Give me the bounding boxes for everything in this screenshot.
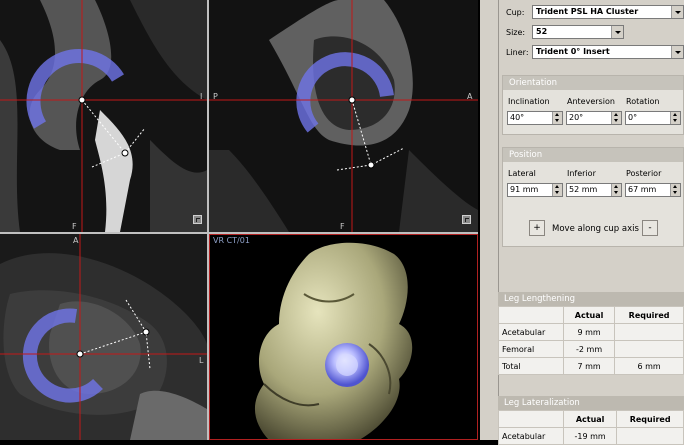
axial-label-right: L xyxy=(199,356,204,365)
required-cell xyxy=(614,340,684,358)
spinner-arrows-icon[interactable] xyxy=(552,184,562,196)
leg-lengthening-table: Actual Required Acetabular 9 mm Femoral -2 … xyxy=(498,306,684,375)
sagittal-label-left: P xyxy=(213,92,218,101)
orientation-title: Orientation xyxy=(503,76,683,90)
move-along-cup-axis-label: Move along cup axis xyxy=(552,224,639,234)
axial-view[interactable]: A L xyxy=(0,234,207,440)
coronal-label-bottom: F xyxy=(72,222,77,231)
coronal-view[interactable]: I F xyxy=(0,0,207,232)
posterior-spinner[interactable]: 67 mm xyxy=(625,183,681,197)
coronal-overlay xyxy=(0,0,207,232)
required-cell xyxy=(614,323,684,341)
volume-render-image xyxy=(254,242,413,440)
leg-lengthening-title: Leg Lengthening xyxy=(498,292,684,306)
column-header-required: Required xyxy=(616,410,684,428)
inferior-label: Inferior xyxy=(567,169,596,178)
column-header-actual: Actual xyxy=(562,306,616,324)
table-row: Femoral -2 mm xyxy=(498,340,684,358)
rotation-value: 0° xyxy=(628,113,638,122)
anteversion-label: Anteversion xyxy=(567,97,615,106)
chevron-down-icon xyxy=(611,26,623,38)
sagittal-expand-icon[interactable] xyxy=(462,215,471,224)
volume-view-title: VR CT/01 xyxy=(213,236,250,245)
cup-label: Cup: xyxy=(506,8,525,17)
table-header-blank xyxy=(498,410,564,428)
column-header-required: Required xyxy=(614,306,684,324)
actual-cell: 9 mm xyxy=(562,323,616,341)
column-header-actual: Actual xyxy=(562,410,618,428)
row-label: Total xyxy=(498,357,564,375)
rotation-spinner[interactable]: 0° xyxy=(625,111,681,125)
inclination-label: Inclination xyxy=(508,97,550,106)
size-label: Size: xyxy=(506,28,526,37)
sagittal-label-right: A xyxy=(467,92,473,101)
chevron-down-icon xyxy=(671,46,683,58)
size-select[interactable]: 52 xyxy=(532,25,624,39)
chevron-down-icon xyxy=(671,6,683,18)
panel-side-strip xyxy=(480,0,499,440)
inclination-value: 40° xyxy=(510,113,525,122)
liner-label: Liner: xyxy=(506,48,529,57)
sagittal-view[interactable]: P A F xyxy=(209,0,478,232)
axial-label-top: A xyxy=(73,236,79,245)
spinner-arrows-icon[interactable] xyxy=(611,184,621,196)
leg-lateralization-title: Leg Lateralization xyxy=(498,396,684,410)
required-cell xyxy=(616,427,684,445)
coronal-expand-icon[interactable] xyxy=(193,215,202,224)
size-select-value: 52 xyxy=(536,27,548,36)
table-row: Acetabular -19 mm xyxy=(498,427,684,445)
position-title: Position xyxy=(503,148,683,162)
row-label: Acetabular xyxy=(498,427,564,445)
row-label: Acetabular xyxy=(498,323,564,341)
sagittal-overlay xyxy=(209,0,478,232)
view-separator-horizontal xyxy=(0,232,478,234)
spinner-arrows-icon[interactable] xyxy=(552,112,562,124)
cup-select[interactable]: Trident PSL HA Cluster xyxy=(532,5,684,19)
move-minus-button[interactable]: - xyxy=(642,220,658,236)
liner-select[interactable]: Trident 0° Insert xyxy=(532,45,684,59)
posterior-value: 67 mm xyxy=(628,185,657,194)
spinner-arrows-icon[interactable] xyxy=(670,112,680,124)
table-row: Total 7 mm 6 mm xyxy=(498,357,684,375)
table-row: Acetabular 9 mm xyxy=(498,323,684,341)
coronal-label-top: I xyxy=(200,92,203,101)
view-separator-vertical xyxy=(207,0,209,440)
inclination-spinner[interactable]: 40° xyxy=(507,111,563,125)
sagittal-label-bottom: F xyxy=(340,222,345,231)
cup-select-value: Trident PSL HA Cluster xyxy=(536,7,639,16)
actual-cell: 7 mm xyxy=(562,357,616,375)
row-label: Femoral xyxy=(498,340,564,358)
required-cell: 6 mm xyxy=(614,357,684,375)
anteversion-spinner[interactable]: 20° xyxy=(566,111,622,125)
volume-render-view[interactable]: VR CT/01 xyxy=(209,234,478,440)
actual-cell: -2 mm xyxy=(562,340,616,358)
spinner-arrows-icon[interactable] xyxy=(611,112,621,124)
axial-overlay xyxy=(0,234,207,440)
posterior-label: Posterior xyxy=(626,169,662,178)
lateral-value: 91 mm xyxy=(510,185,539,194)
move-plus-button[interactable]: + xyxy=(529,220,545,236)
lateral-spinner[interactable]: 91 mm xyxy=(507,183,563,197)
lateral-label: Lateral xyxy=(508,169,536,178)
spinner-arrows-icon[interactable] xyxy=(670,184,680,196)
rotation-label: Rotation xyxy=(626,97,660,106)
anteversion-value: 20° xyxy=(569,113,584,122)
inferior-spinner[interactable]: 52 mm xyxy=(566,183,622,197)
inferior-value: 52 mm xyxy=(569,185,598,194)
liner-select-value: Trident 0° Insert xyxy=(536,47,610,56)
table-header-blank xyxy=(498,306,564,324)
actual-cell: -19 mm xyxy=(562,427,618,445)
